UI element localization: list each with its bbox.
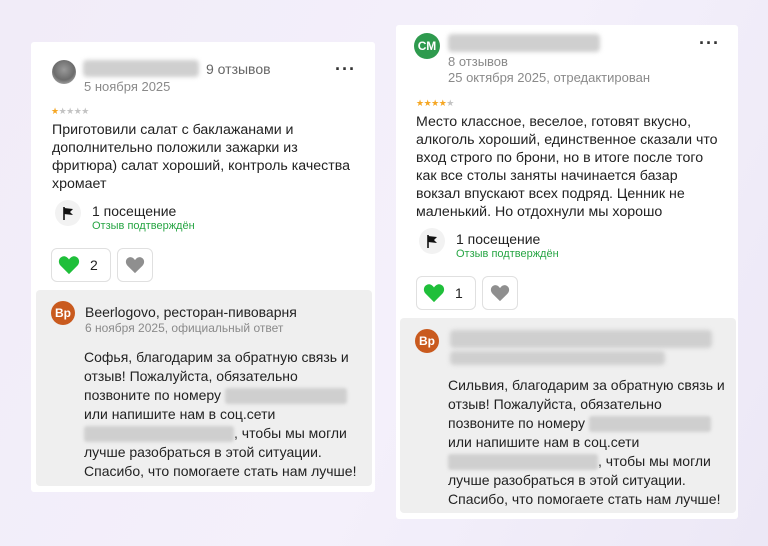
reply-date-blurred [450, 351, 665, 365]
reply-avatar[interactable]: Вр [51, 301, 75, 325]
reply-text: Сильвия, благодарим за обратную связь и … [448, 376, 728, 509]
review-count[interactable]: 9 отзывов [206, 61, 271, 77]
reply-date: 6 ноября 2025, официальный ответ [85, 321, 284, 335]
reply-author[interactable]: Beerlogovo, ресторан-пивоварня [85, 304, 297, 320]
reply-text-part: или напишите нам в соц.сети [448, 434, 640, 450]
rating-stars: ★★★★★ [51, 106, 89, 116]
review-date: 25 октября 2025, отредактирован [448, 70, 651, 85]
reply-avatar[interactable]: Вр [415, 329, 439, 353]
phone-blurred [224, 388, 347, 405]
more-options-icon[interactable]: ··· [699, 34, 720, 52]
rating-stars: ★★★★★ [416, 98, 454, 108]
flag-icon [419, 228, 445, 254]
review-text: Приготовили салат с баклажанами и дополн… [52, 122, 350, 192]
user-name-blurred[interactable] [448, 34, 600, 52]
green-heart-icon [423, 284, 445, 303]
user-name-blurred[interactable] [83, 60, 199, 77]
verified-label: Отзыв подтверждён [456, 248, 559, 260]
star-icon: ★ [51, 106, 59, 116]
user-avatar[interactable]: СМ [414, 33, 440, 59]
visit-count: 1 посещение [92, 203, 177, 219]
verified-label: Отзыв подтверждён [92, 220, 195, 232]
like-count: 1 [455, 285, 463, 301]
more-options-icon[interactable]: ··· [335, 60, 356, 78]
owner-reply: Вр Beerlogovo, ресторан-пивоварня 6 нояб… [36, 290, 372, 486]
dislike-button[interactable] [117, 248, 153, 282]
phone-blurred [588, 416, 711, 433]
like-count: 2 [90, 257, 98, 273]
grey-heart-icon [125, 257, 145, 274]
review-date: 5 ноября 2025 [84, 79, 171, 94]
like-button[interactable]: 2 [51, 248, 111, 282]
reply-author-blurred[interactable] [450, 330, 712, 348]
star-icon: ★★★★ [416, 98, 447, 108]
like-button[interactable]: 1 [416, 276, 476, 310]
flag-icon [55, 200, 81, 226]
star-icon: ★ [446, 98, 454, 108]
review-card-2: СМ 8 отзывов 25 октября 2025, отредактир… [396, 25, 738, 519]
star-icon: ★★★★ [58, 106, 90, 116]
dislike-button[interactable] [482, 276, 518, 310]
user-avatar-photo[interactable] [52, 60, 76, 84]
review-count[interactable]: 8 отзывов [448, 54, 508, 69]
owner-reply: Вр Сильвия, благодарим за обратную связь… [400, 318, 736, 513]
reply-text-part: или напишите нам в соц.сети [84, 406, 276, 422]
visit-count: 1 посещение [456, 231, 541, 247]
review-card-1: 9 отзывов 5 ноября 2025 ··· ★★★★★ Пригот… [31, 42, 375, 492]
grey-heart-icon [490, 285, 510, 302]
social-link-blurred [448, 454, 598, 471]
review-text: Место классное, веселое, готовят вкусно,… [416, 114, 718, 220]
social-link-blurred [84, 426, 234, 443]
green-heart-icon [58, 256, 80, 275]
reply-text: Софья, благодарим за обратную связь и от… [84, 348, 364, 481]
